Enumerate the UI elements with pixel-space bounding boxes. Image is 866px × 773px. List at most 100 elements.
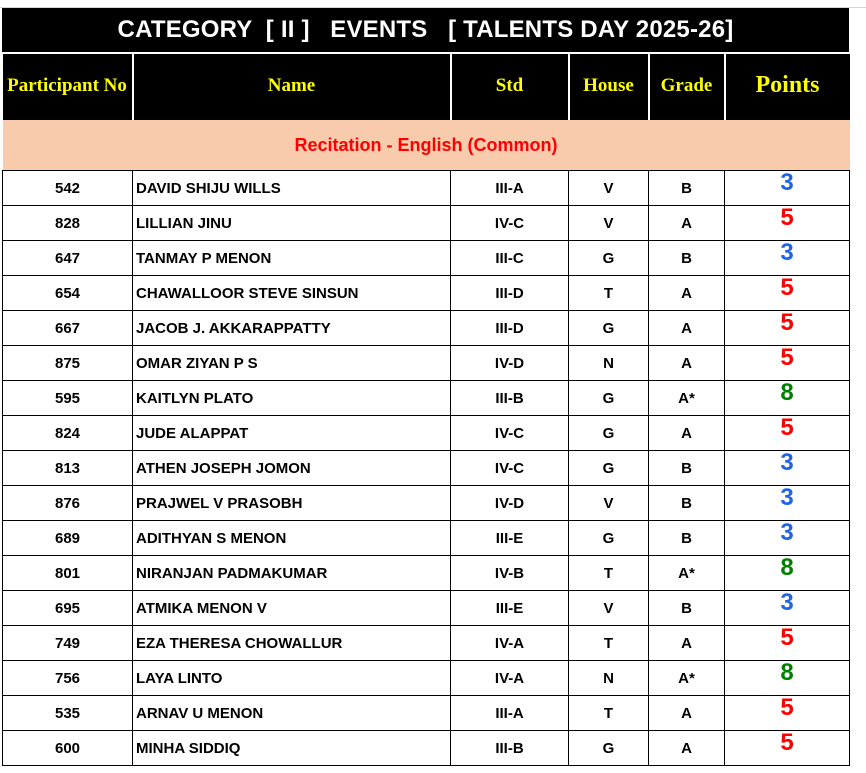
participant-no-cell[interactable]: 595 [2, 380, 133, 416]
std-cell[interactable]: IV-A [450, 660, 569, 696]
grade-cell[interactable]: B [648, 450, 725, 486]
participant-no-cell[interactable]: 689 [2, 520, 133, 556]
name-cell[interactable]: TANMAY P MENON [132, 240, 451, 276]
grade-cell[interactable]: A [648, 415, 725, 451]
std-cell[interactable]: IV-C [450, 450, 569, 486]
name-cell[interactable]: KAITLYN PLATO [132, 380, 451, 416]
house-cell[interactable]: T [568, 695, 649, 731]
points-cell[interactable]: 3 [724, 590, 850, 626]
participant-no-cell[interactable]: 667 [2, 310, 133, 346]
name-cell[interactable]: JUDE ALAPPAT [132, 415, 451, 451]
points-cell[interactable]: 5 [724, 415, 850, 451]
participant-no-cell[interactable]: 749 [2, 625, 133, 661]
participant-no-cell[interactable]: 535 [2, 695, 133, 731]
house-cell[interactable]: G [568, 380, 649, 416]
std-cell[interactable]: III-B [450, 730, 569, 766]
house-cell[interactable]: G [568, 415, 649, 451]
name-cell[interactable]: NIRANJAN PADMAKUMAR [132, 555, 451, 591]
house-cell[interactable]: G [568, 310, 649, 346]
grade-cell[interactable]: B [648, 170, 725, 206]
house-cell[interactable]: G [568, 730, 649, 766]
std-cell[interactable]: IV-D [450, 345, 569, 381]
std-cell[interactable]: III-D [450, 310, 569, 346]
house-cell[interactable]: G [568, 450, 649, 486]
grade-cell[interactable]: A [648, 310, 725, 346]
house-cell[interactable]: G [568, 240, 649, 276]
name-cell[interactable]: LAYA LINTO [132, 660, 451, 696]
name-cell[interactable]: MINHA SIDDIQ [132, 730, 451, 766]
std-cell[interactable]: III-D [450, 275, 569, 311]
std-cell[interactable]: III-E [450, 590, 569, 626]
house-cell[interactable]: V [568, 205, 649, 241]
points-cell[interactable]: 5 [724, 730, 850, 766]
std-cell[interactable]: IV-B [450, 555, 569, 591]
name-cell[interactable]: DAVID SHIJU WILLS [132, 170, 451, 206]
name-cell[interactable]: JACOB J. AKKARAPPATTY [132, 310, 451, 346]
std-cell[interactable]: IV-A [450, 625, 569, 661]
grade-cell[interactable]: B [648, 240, 725, 276]
points-cell[interactable]: 5 [724, 345, 850, 381]
points-cell[interactable]: 5 [724, 310, 850, 346]
participant-no-cell[interactable]: 654 [2, 275, 133, 311]
grade-cell[interactable]: A [648, 695, 725, 731]
house-cell[interactable]: V [568, 590, 649, 626]
grade-cell[interactable]: A* [648, 380, 725, 416]
house-cell[interactable]: T [568, 555, 649, 591]
name-cell[interactable]: ARNAV U MENON [132, 695, 451, 731]
points-cell[interactable]: 3 [724, 240, 850, 276]
participant-no-cell[interactable]: 824 [2, 415, 133, 451]
grade-cell[interactable]: A* [648, 555, 725, 591]
participant-no-cell[interactable]: 875 [2, 345, 133, 381]
std-cell[interactable]: III-A [450, 170, 569, 206]
points-cell[interactable]: 8 [724, 555, 850, 591]
points-cell[interactable]: 5 [724, 695, 850, 731]
name-cell[interactable]: ATMIKA MENON V [132, 590, 451, 626]
std-cell[interactable]: III-C [450, 240, 569, 276]
points-cell[interactable]: 3 [724, 485, 850, 521]
points-cell[interactable]: 5 [724, 275, 850, 311]
name-cell[interactable]: OMAR ZIYAN P S [132, 345, 451, 381]
grade-cell[interactable]: B [648, 590, 725, 626]
participant-no-cell[interactable]: 828 [2, 205, 133, 241]
participant-no-cell[interactable]: 600 [2, 730, 133, 766]
std-cell[interactable]: III-A [450, 695, 569, 731]
std-cell[interactable]: IV-C [450, 415, 569, 451]
points-cell[interactable]: 3 [724, 450, 850, 486]
name-cell[interactable]: PRAJWEL V PRASOBH [132, 485, 451, 521]
house-cell[interactable]: N [568, 660, 649, 696]
grade-cell[interactable]: A [648, 205, 725, 241]
std-cell[interactable]: IV-C [450, 205, 569, 241]
house-cell[interactable]: T [568, 625, 649, 661]
std-cell[interactable]: IV-D [450, 485, 569, 521]
participant-no-cell[interactable]: 647 [2, 240, 133, 276]
grade-cell[interactable]: A [648, 275, 725, 311]
house-cell[interactable]: V [568, 485, 649, 521]
name-cell[interactable]: ADITHYAN S MENON [132, 520, 451, 556]
points-cell[interactable]: 3 [724, 520, 850, 556]
grade-cell[interactable]: A [648, 730, 725, 766]
grade-cell[interactable]: B [648, 485, 725, 521]
grade-cell[interactable]: A [648, 625, 725, 661]
points-cell[interactable]: 5 [724, 205, 850, 241]
points-cell[interactable]: 3 [724, 170, 850, 206]
grade-cell[interactable]: A [648, 345, 725, 381]
std-cell[interactable]: III-E [450, 520, 569, 556]
points-cell[interactable]: 8 [724, 380, 850, 416]
grade-cell[interactable]: A* [648, 660, 725, 696]
std-cell[interactable]: III-B [450, 380, 569, 416]
participant-no-cell[interactable]: 756 [2, 660, 133, 696]
house-cell[interactable]: V [568, 170, 649, 206]
participant-no-cell[interactable]: 876 [2, 485, 133, 521]
participant-no-cell[interactable]: 801 [2, 555, 133, 591]
name-cell[interactable]: EZA THERESA CHOWALLUR [132, 625, 451, 661]
grade-cell[interactable]: B [648, 520, 725, 556]
name-cell[interactable]: CHAWALLOOR STEVE SINSUN [132, 275, 451, 311]
name-cell[interactable]: LILLIAN JINU [132, 205, 451, 241]
house-cell[interactable]: G [568, 520, 649, 556]
points-cell[interactable]: 8 [724, 660, 850, 696]
name-cell[interactable]: ATHEN JOSEPH JOMON [132, 450, 451, 486]
participant-no-cell[interactable]: 695 [2, 590, 133, 626]
points-cell[interactable]: 5 [724, 625, 850, 661]
participant-no-cell[interactable]: 813 [2, 450, 133, 486]
participant-no-cell[interactable]: 542 [2, 170, 133, 206]
